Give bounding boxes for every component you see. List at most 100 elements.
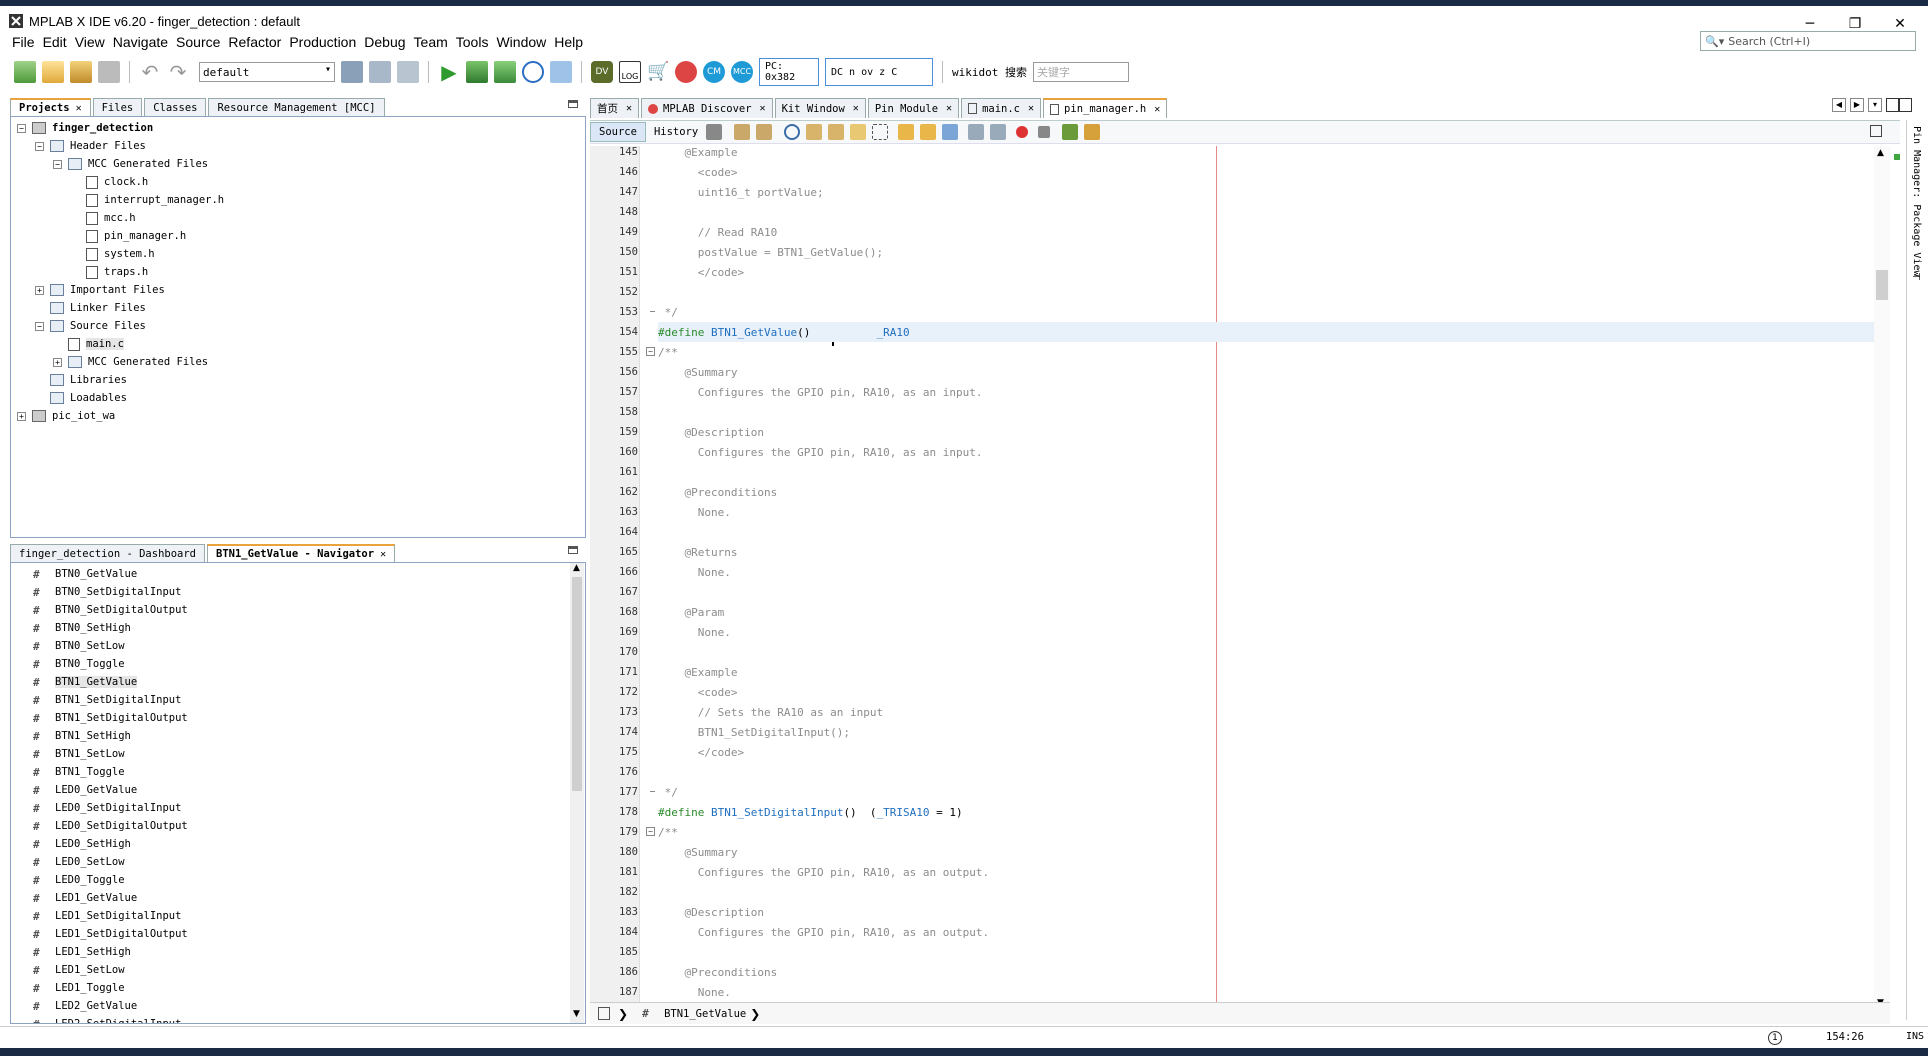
prev-bookmark-icon[interactable] [898, 124, 915, 140]
expand-icon[interactable]: + [53, 357, 62, 367]
menu-item-tools[interactable]: Tools [456, 34, 489, 50]
editor-tab[interactable]: MPLAB Discover ✕ [641, 98, 773, 118]
tree-node[interactable]: − finger_detection [17, 119, 153, 137]
editor-tab[interactable]: main.c ✕ [961, 98, 1042, 118]
history-tab[interactable]: History [646, 123, 706, 141]
tree-node[interactable]: − Header Files [35, 137, 146, 155]
navigator-item[interactable]: # BTN0_GetValue [33, 565, 137, 583]
scroll-down-icon[interactable]: ▼ [573, 1009, 580, 1019]
tab-navigator[interactable]: BTN1_GetValue - Navigator ✕ [207, 544, 396, 562]
source-tab[interactable]: Source [590, 122, 646, 142]
navigator-item[interactable]: # LED0_GetValue [33, 781, 137, 799]
navigator-item[interactable]: # BTN1_GetValue [33, 673, 138, 691]
fold-icon[interactable]: − [646, 827, 655, 836]
data-visualizer-icon[interactable]: DV [591, 61, 613, 83]
navigator-item[interactable]: # LED2_GetValue [33, 997, 137, 1015]
tree-node[interactable]: main.c [53, 335, 124, 353]
find-icon[interactable] [784, 124, 801, 140]
back-icon[interactable] [734, 124, 751, 140]
menu-item-edit[interactable]: Edit [43, 34, 67, 50]
build-icon[interactable] [369, 61, 391, 83]
minimize-panel-icon[interactable] [568, 100, 578, 108]
wikidot-search-input[interactable]: 关键字 [1032, 62, 1129, 82]
tree-node[interactable]: + MCC Generated Files [53, 353, 208, 371]
cm-icon[interactable]: CM [703, 61, 725, 83]
shift-right-icon[interactable] [990, 124, 1007, 140]
menu-item-navigate[interactable]: Navigate [113, 34, 168, 50]
navigator-item[interactable]: # BTN0_SetLow [33, 637, 125, 655]
close-icon[interactable]: ✕ [1028, 103, 1034, 114]
read-device-icon[interactable] [494, 61, 516, 83]
shift-left-icon[interactable] [968, 124, 985, 140]
stop-macro-icon[interactable] [1038, 126, 1051, 138]
navigator-item[interactable]: # LED1_SetHigh [33, 943, 131, 961]
new-file-icon[interactable] [42, 61, 64, 83]
tab-files[interactable]: Files [92, 98, 143, 116]
navigator-item[interactable]: # BTN0_SetHigh [33, 619, 131, 637]
tree-node[interactable]: Linker Files [35, 299, 146, 317]
menu-item-debug[interactable]: Debug [364, 34, 405, 50]
window-restore-icon[interactable] [1898, 98, 1912, 112]
tree-node[interactable]: Loadables [35, 389, 127, 407]
menu-item-team[interactable]: Team [414, 34, 448, 50]
comment-icon[interactable] [1062, 124, 1079, 140]
tree-node[interactable]: system.h [71, 245, 155, 263]
next-bookmark-icon[interactable] [920, 124, 937, 140]
tree-node[interactable]: + pic_iot_wa [17, 407, 115, 425]
new-project-icon[interactable] [14, 61, 36, 83]
menu-item-production[interactable]: Production [289, 34, 356, 50]
collapse-icon[interactable]: − [17, 123, 26, 133]
run-icon[interactable]: ▶ [438, 61, 460, 83]
expand-icon[interactable]: + [35, 285, 44, 295]
navigator-item[interactable]: # LED0_SetDigitalOutput [33, 817, 188, 835]
navigator-item[interactable]: # LED1_SetDigitalInput [33, 907, 181, 925]
program-device-icon[interactable] [466, 61, 488, 83]
navigator-item[interactable]: # LED1_Toggle [33, 979, 125, 997]
navigator-item[interactable]: # BTN0_Toggle [33, 655, 125, 673]
tree-node[interactable]: traps.h [71, 263, 148, 281]
navigator-item[interactable]: # BTN0_SetDigitalInput [33, 583, 181, 601]
close-icon[interactable]: ✕ [946, 103, 952, 114]
close-icon[interactable]: ✕ [76, 103, 82, 114]
navigator-scrollbar[interactable]: ▲ ▼ [570, 563, 584, 1023]
collapse-icon[interactable]: − [35, 321, 44, 331]
tree-node[interactable]: clock.h [71, 173, 148, 191]
menu-item-refactor[interactable]: Refactor [228, 34, 281, 50]
menu-item-view[interactable]: View [75, 34, 105, 50]
undo-icon[interactable]: ↶ [139, 61, 161, 83]
scrollbar-thumb[interactable] [1876, 270, 1888, 300]
navigator-item[interactable]: # LED0_SetHigh [33, 835, 131, 853]
open-project-icon[interactable] [70, 61, 92, 83]
close-icon[interactable]: ✕ [626, 103, 632, 114]
close-icon[interactable]: ✕ [1154, 104, 1160, 115]
pin-manager-package-view-tab[interactable]: Pin Manager: Package View [1911, 126, 1922, 277]
tree-node[interactable]: Libraries [35, 371, 127, 389]
log-icon[interactable]: LOG [619, 61, 641, 83]
editor-tab[interactable]: Kit Window ✕ [774, 98, 866, 118]
navigator-item[interactable]: # LED1_SetDigitalOutput [33, 925, 188, 943]
menu-item-source[interactable]: Source [176, 34, 220, 50]
navigator-item[interactable]: # LED0_SetLow [33, 853, 125, 871]
scroll-up-icon[interactable]: ▲ [1877, 148, 1884, 158]
toggle-bookmark-icon[interactable] [942, 124, 959, 140]
tab-scroll-right-icon[interactable]: ▶ [1850, 98, 1864, 112]
navigator-item[interactable]: # BTN1_SetLow [33, 745, 125, 763]
scroll-up-icon[interactable]: ▲ [573, 563, 580, 573]
collapse-icon[interactable]: − [53, 159, 62, 169]
reset-icon[interactable] [522, 61, 544, 83]
toggle-highlight-icon[interactable] [850, 124, 867, 140]
toggle-rect-select-icon[interactable] [872, 124, 889, 140]
navigator-item[interactable]: # LED0_SetDigitalInput [33, 799, 181, 817]
redo-icon[interactable]: ↷ [167, 61, 189, 83]
editor-scrollbar[interactable]: ▲ ▼ [1874, 146, 1890, 1012]
navigator-item[interactable]: # BTN1_SetDigitalInput [33, 691, 181, 709]
code-editor[interactable]: 145 @Example 146 <code> 147 uint16_t portV… [590, 146, 1874, 1012]
close-icon[interactable]: ✕ [853, 103, 859, 114]
breadcrumb-item[interactable]: BTN1_GetValue [664, 1008, 746, 1020]
find-prev-icon[interactable] [806, 124, 823, 140]
navigator-item[interactable]: # LED0_Toggle [33, 871, 125, 889]
tab-projects[interactable]: Projects ✕ [10, 98, 91, 116]
find-next-icon[interactable] [828, 124, 845, 140]
forward-icon[interactable] [756, 124, 773, 140]
debug-run-icon[interactable] [550, 61, 572, 83]
